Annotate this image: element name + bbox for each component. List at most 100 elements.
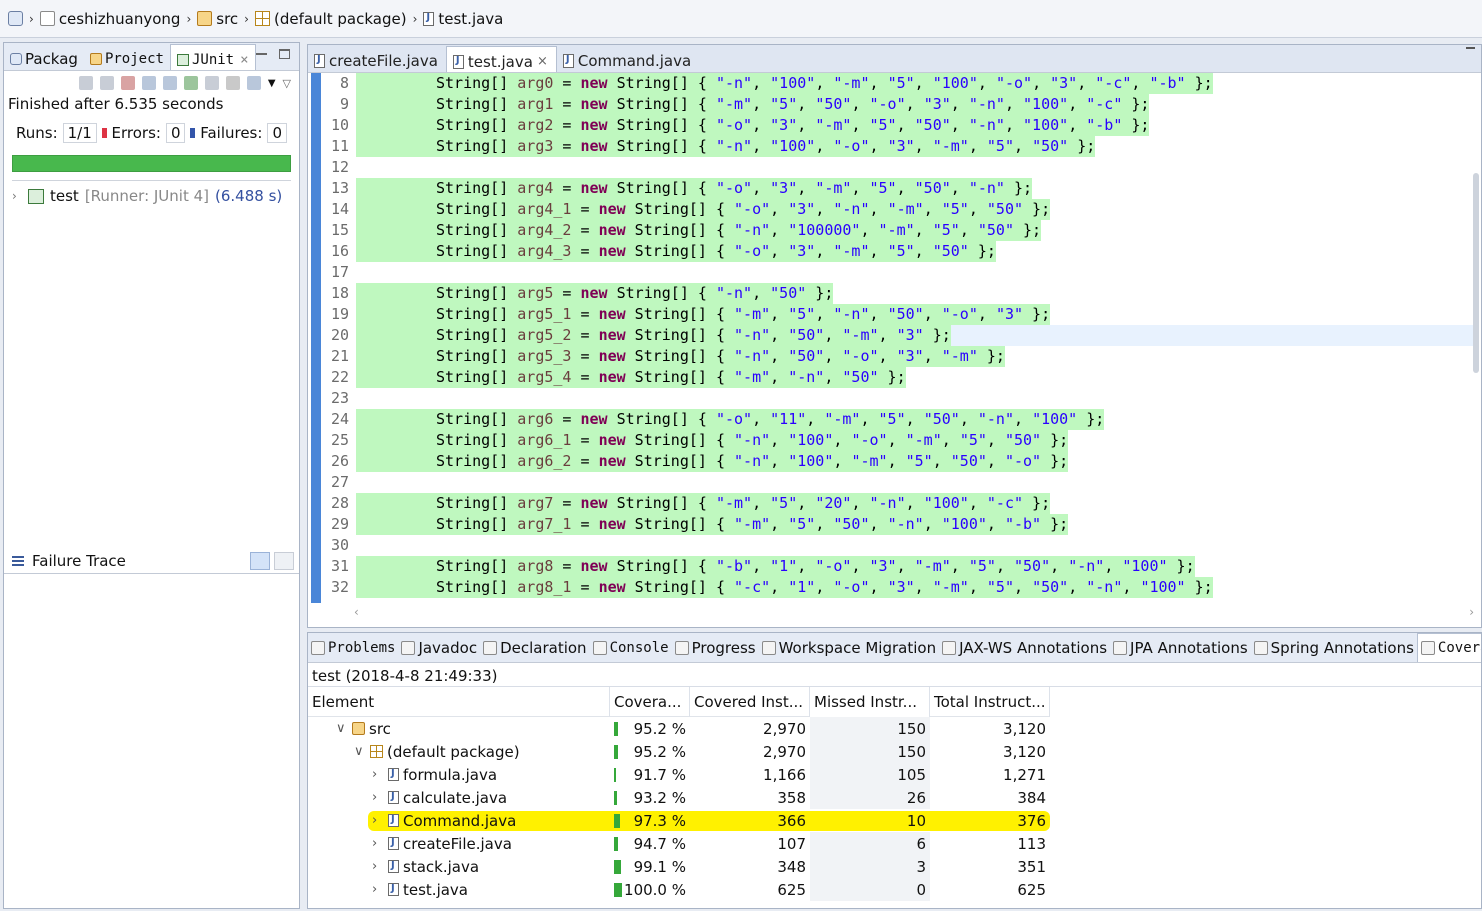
column-header-element[interactable]: Element	[308, 686, 610, 717]
chevron-right-icon[interactable]: ›	[372, 859, 388, 874]
code-line[interactable]: 14 String[] arg4_1 = new String[] { "-o",…	[321, 199, 1476, 220]
code-line[interactable]: 16 String[] arg4_3 = new String[] { "-o",…	[321, 241, 1476, 262]
chevron-right-icon[interactable]: ›	[372, 767, 388, 782]
chevron-right-icon[interactable]: ›	[372, 813, 388, 828]
show-failures-only-icon[interactable]	[120, 76, 135, 90]
column-header-covered[interactable]: Covered Inst...	[690, 686, 810, 717]
breadcrumb-project[interactable]: ceshizhuanyong	[39, 10, 180, 28]
tab-jax-ws-annotations[interactable]: JAX-WS Annotations	[939, 633, 1110, 662]
minimize-icon[interactable]	[1466, 47, 1475, 49]
tab-jpa-annotations[interactable]: JPA Annotations	[1110, 633, 1251, 662]
code-line[interactable]: 32 String[] arg8_1 = new String[] { "-c",…	[321, 577, 1476, 598]
breadcrumb-file[interactable]: test.java	[423, 10, 503, 28]
tab-problems[interactable]: Problems	[308, 633, 398, 662]
test-tree-item[interactable]: › test [Runner: JUnit 4] (6.488 s)	[4, 181, 299, 211]
code-string: "-m"	[932, 137, 969, 155]
code-line[interactable]: 24 String[] arg6 = new String[] { "-o", "…	[321, 409, 1476, 430]
minimize-icon[interactable]	[256, 49, 267, 55]
tab-command-java[interactable]: Command.java	[557, 46, 699, 72]
scroll-lock-icon[interactable]	[141, 76, 156, 90]
stop-icon[interactable]	[225, 76, 240, 90]
chevron-down-icon[interactable]: ∨	[336, 721, 352, 736]
element-name: test.java	[403, 880, 469, 899]
close-icon[interactable]: ×	[240, 52, 248, 68]
tab-workspace-migration[interactable]: Workspace Migration	[759, 633, 939, 662]
code-line[interactable]: 29 String[] arg7_1 = new String[] { "-m",…	[321, 514, 1476, 535]
code-line[interactable]: 20 String[] arg5_2 = new String[] { "-n",…	[321, 325, 1476, 346]
breadcrumb-package[interactable]: (default package)	[254, 10, 407, 28]
history-icon[interactable]	[162, 76, 177, 90]
table-row[interactable]: › calculate.java 93.2 % 35826 384	[308, 786, 1050, 809]
code-line[interactable]: 31 String[] arg8 = new String[] { "-b", "…	[321, 556, 1476, 577]
code-line[interactable]: 26 String[] arg6_2 = new String[] { "-n",…	[321, 451, 1476, 472]
code-area[interactable]: 8 String[] arg0 = new String[] { "-n", "1…	[308, 73, 1481, 603]
previous-failure-icon[interactable]	[99, 76, 114, 90]
code-line[interactable]: 23	[321, 388, 1476, 409]
tab-declaration[interactable]: Declaration	[480, 633, 589, 662]
code-line[interactable]: 13 String[] arg4 = new String[] { "-o", "…	[321, 178, 1476, 199]
code-line[interactable]: 21 String[] arg5_3 = new String[] { "-n",…	[321, 346, 1476, 367]
table-row[interactable]: ∨ (default package) 95.2 % 2,970 150 3,120	[308, 740, 1050, 763]
scrollbar-thumb[interactable]	[1473, 173, 1479, 373]
table-row[interactable]: › stack.java 99.1 % 3483 351	[308, 855, 1050, 878]
rerun-icon[interactable]	[183, 76, 198, 90]
rerun-failed-icon[interactable]	[204, 76, 219, 90]
code-string: "-m"	[851, 452, 888, 470]
code-line[interactable]: 27	[321, 472, 1476, 493]
code-line[interactable]: 10 String[] arg2 = new String[] { "-o", "…	[321, 115, 1476, 136]
tab-javadoc[interactable]: Javadoc	[398, 633, 480, 662]
code-line[interactable]: 22 String[] arg5_4 = new String[] { "-m",…	[321, 367, 1476, 388]
test-time: (6.488 s)	[215, 187, 283, 205]
tab-coverag[interactable]: Coverag	[1416, 633, 1481, 662]
tab-test-java[interactable]: test.java ×	[445, 46, 557, 72]
column-header-total[interactable]: Total Instruct...	[930, 686, 1050, 717]
tab-spring-annotations[interactable]: Spring Annotations	[1251, 633, 1417, 662]
close-icon[interactable]: ×	[537, 54, 548, 69]
code-punct: ,	[1050, 557, 1069, 575]
chevron-down-icon[interactable]: ∨	[354, 744, 370, 759]
table-row[interactable]: › Command.java 97.3 % 366 10 376	[308, 809, 1050, 832]
vertical-scrollbar[interactable]	[1473, 73, 1479, 629]
table-row[interactable]: › createFile.java 94.7 % 1076 113	[308, 832, 1050, 855]
code-line[interactable]: 15 String[] arg4_2 = new String[] { "-n",…	[321, 220, 1476, 241]
tab-console[interactable]: Console	[590, 633, 672, 662]
code-line[interactable]: 17	[321, 262, 1476, 283]
horizontal-scrollbar[interactable]: ‹ ›	[354, 605, 1474, 621]
package-explorer-icon[interactable]	[8, 11, 23, 26]
code-line[interactable]: 8 String[] arg0 = new String[] { "-n", "1…	[321, 73, 1476, 94]
code-line[interactable]: 28 String[] arg7 = new String[] { "-m", "…	[321, 493, 1476, 514]
code-line[interactable]: 11 String[] arg3 = new String[] { "-n", "…	[321, 136, 1476, 157]
compare-result-icon[interactable]	[274, 552, 294, 570]
chevron-right-icon[interactable]: ›	[12, 189, 22, 203]
table-row[interactable]: › formula.java 91.7 % 1,166105 1,271	[308, 763, 1050, 786]
filter-stack-icon[interactable]	[250, 552, 270, 570]
tab-junit[interactable]: JUnit ×	[169, 44, 256, 70]
cell-total: 3,120	[1003, 719, 1046, 738]
chevron-right-icon[interactable]: ›	[372, 790, 388, 805]
next-failure-icon[interactable]	[78, 76, 93, 90]
maximize-icon[interactable]	[279, 49, 290, 59]
column-header-coverage[interactable]: Covera...	[610, 686, 690, 717]
code-string: "-n"	[715, 74, 753, 92]
code-line[interactable]: 12	[321, 157, 1476, 178]
tab-project-explorer[interactable]: Project	[84, 44, 170, 70]
table-row[interactable]: ›test.java100.0 %6250625	[308, 878, 1050, 901]
test-run-history-icon[interactable]	[246, 76, 261, 90]
tab-package-explorer[interactable]: Packag	[4, 44, 84, 70]
tab-progress[interactable]: Progress	[672, 633, 759, 662]
chevron-right-icon[interactable]: ›	[372, 836, 388, 851]
scroll-left-icon[interactable]: ‹	[354, 605, 359, 621]
code-line[interactable]: 25 String[] arg6_1 = new String[] { "-n",…	[321, 430, 1476, 451]
dropdown-arrow-icon[interactable]: ▼	[268, 78, 276, 89]
chevron-right-icon[interactable]: ›	[372, 882, 388, 897]
code-punct: ,	[905, 494, 924, 512]
column-header-missed[interactable]: Missed Instr...	[810, 686, 930, 717]
tab-createfile-java[interactable]: createFile.java	[308, 46, 446, 72]
code-line[interactable]: 30	[321, 535, 1476, 556]
code-line[interactable]: 9 String[] arg1 = new String[] { "-m", "5…	[321, 94, 1476, 115]
code-line[interactable]: 18 String[] arg5 = new String[] { "-n", "…	[321, 283, 1476, 304]
view-menu-icon[interactable]: ▽	[283, 77, 291, 90]
table-row[interactable]: ∨ src 95.2 % 2,970 150 3,120	[308, 717, 1050, 740]
code-line[interactable]: 19 String[] arg5_1 = new String[] { "-m",…	[321, 304, 1476, 325]
breadcrumb-src[interactable]: src	[197, 10, 238, 28]
